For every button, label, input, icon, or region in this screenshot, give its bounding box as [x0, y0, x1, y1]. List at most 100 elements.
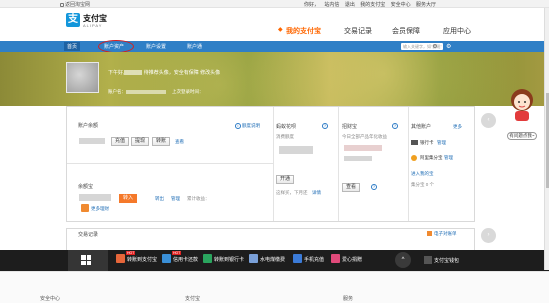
blurred-balance: [79, 138, 105, 144]
bank-card-manage-link[interactable]: 管理: [437, 140, 446, 146]
account-info: 账户名： 上次登录时间：: [108, 89, 204, 94]
other-accounts-title: 其他账户: [411, 124, 432, 130]
windows-grid-icon[interactable]: [81, 255, 91, 265]
blurred-huabei: [279, 146, 313, 154]
side-next-button[interactable]: ›: [481, 228, 496, 243]
bank-card-icon: [411, 140, 418, 145]
subnav-account-pass[interactable]: 账户通: [187, 43, 202, 50]
credit-card-icon: [162, 254, 171, 263]
app-transfer-to-bank[interactable]: 转账到银行卡: [203, 254, 244, 266]
footer: 安全中心 支付宝 服务: [0, 271, 549, 303]
activate-button[interactable]: 开通: [276, 175, 294, 184]
transfer-button[interactable]: 转账: [152, 137, 170, 146]
huabei-bottom-text: 这样买，下月还: [276, 190, 308, 195]
side-back-button[interactable]: ‹: [481, 113, 496, 128]
jifenbao-icon: [411, 155, 417, 161]
app-mobile-topup[interactable]: 手机充值: [293, 254, 324, 266]
blurred-text: [344, 156, 372, 161]
nav-my-alipay[interactable]: 我的支付宝: [286, 26, 321, 36]
active-dot-icon: ◆: [278, 27, 283, 33]
app-donation[interactable]: 爱心捐赠: [331, 254, 362, 266]
blurred-yuebao: [79, 194, 111, 201]
divider: [408, 107, 409, 221]
vertical-scrollbar[interactable]: [544, 8, 549, 270]
back-to-taobao-link[interactable]: 返回淘宝网: [60, 1, 90, 8]
e-bill-link[interactable]: 电子对账单: [434, 231, 457, 237]
bank-transfer-icon: [203, 254, 212, 263]
huabei-title: 蚂蚁花呗: [276, 124, 297, 130]
view-link[interactable]: 查看: [175, 139, 184, 145]
app-credit-card-repay[interactable]: 信用卡还款 HOT: [162, 251, 198, 266]
footer-label: 支付宝: [185, 296, 201, 302]
assets-panel: 账户余额 额度说明 i 充值 提现 转账 查看 余额宝 转入 转出 管理 累计收…: [66, 106, 475, 222]
blurred-account: [126, 90, 166, 94]
help-button[interactable]: 有问题点我~: [507, 132, 537, 140]
my-alipay-link[interactable]: 我的支付宝: [360, 2, 385, 8]
avatar-tip-link[interactable]: 待推荐头像，安全有保障 修改头像: [144, 70, 220, 76]
huabei-sub: 消费额度: [276, 134, 294, 139]
help-assistant-avatar-icon[interactable]: [509, 88, 535, 122]
messages-link[interactable]: 站内信: [324, 2, 339, 8]
yuebao-icon: [81, 204, 89, 212]
divider: [338, 107, 339, 221]
divider: [67, 163, 273, 164]
more-finance-link[interactable]: 更多理财: [91, 206, 109, 212]
transfer-in-button[interactable]: 转入: [119, 194, 137, 203]
withdraw-button[interactable]: 提现: [131, 137, 149, 146]
total-earnings-label: 累计收益：: [187, 196, 210, 201]
blurred-username: [124, 70, 143, 75]
recharge-button[interactable]: 充值: [111, 137, 129, 146]
top-links: 你好， 站内信 退出 我的支付宝 安全中心 服务大厅: [304, 1, 440, 8]
transaction-records-panel: 交易记录 电子对账单: [66, 228, 475, 252]
app-utilities[interactable]: 水电煤缴费: [249, 254, 285, 266]
footer-label: 服务: [343, 296, 354, 302]
help-icon[interactable]: ?: [392, 123, 398, 129]
records-title: 交易记录: [78, 232, 99, 238]
divider: [273, 107, 274, 221]
yuebao-title: 余额宝: [78, 184, 94, 190]
subnav-account-settings[interactable]: 账户设置: [146, 43, 166, 50]
avatar[interactable]: [66, 62, 99, 93]
help-icon[interactable]: ?: [371, 184, 377, 190]
help-icon[interactable]: ?: [322, 123, 328, 129]
last-login-label: 上次登录时间：: [172, 89, 204, 94]
jifenbao-manage-link[interactable]: 管理: [444, 155, 453, 161]
service-hall-link[interactable]: 服务大厅: [416, 2, 436, 8]
alipay-logo-icon[interactable]: 支: [66, 13, 80, 27]
collapse-arrow-icon[interactable]: ^: [395, 252, 411, 268]
search-icon[interactable]: [433, 44, 437, 48]
zhaocaibao-sub: 今日全部产品年化收益: [342, 134, 387, 139]
greeting: 下午好, 待推荐头像，安全有保障 修改头像: [108, 70, 221, 76]
bank-card-label: 银行卡: [420, 140, 434, 145]
subnav-home[interactable]: 首页: [64, 42, 81, 51]
wallet-icon: [424, 256, 432, 264]
hello-text: 你好，: [304, 2, 320, 8]
nav-app-center[interactable]: 应用中心: [443, 26, 471, 36]
footer-label: 安全中心: [40, 296, 61, 302]
transfer-icon: [116, 254, 125, 263]
nav-transactions[interactable]: 交易记录: [344, 26, 372, 36]
details-link[interactable]: 详情: [312, 190, 321, 196]
security-center-link[interactable]: 安全中心: [391, 2, 411, 8]
heart-icon: [331, 254, 340, 263]
sub-nav: 首页 账户资产 账户设置 账户通 输入关键字，如"提现" ⚙: [0, 41, 549, 52]
jifenbao-label: 阿里集分宝: [420, 155, 443, 160]
quick-app-bar: 转账到支付宝 HOT 信用卡还款 HOT 转账到银行卡 水电煤缴费 手机充值 爱心捐…: [0, 250, 549, 271]
info-icon[interactable]: i: [235, 123, 241, 129]
zhaocaibao-title: 招财宝: [342, 124, 358, 130]
utilities-icon: [249, 254, 258, 263]
alipay-wallet-link[interactable]: 支付宝钱包: [424, 256, 459, 264]
more-link[interactable]: 更多: [453, 124, 462, 130]
gear-icon[interactable]: ⚙: [446, 43, 451, 50]
app-transfer-to-alipay[interactable]: 转账到支付宝 HOT: [116, 251, 157, 266]
logout-link[interactable]: 退出: [345, 2, 355, 8]
top-bar: 返回淘宝网 你好， 站内信 退出 我的支付宝 安全中心 服务大厅: [0, 0, 549, 8]
manage-link[interactable]: 管理: [171, 196, 180, 202]
limit-help-link[interactable]: 额度说明: [242, 123, 260, 129]
transfer-out-link[interactable]: 转出: [155, 196, 164, 202]
nav-member-protection[interactable]: 会员保障: [392, 26, 420, 36]
site-header: 支 支付宝 ALIPAY ◆ 我的支付宝 交易记录 会员保障 应用中心: [0, 9, 549, 39]
enter-my-account-link[interactable]: 进入我的宝: [411, 171, 434, 177]
bill-icon: [427, 231, 432, 236]
view-button[interactable]: 查看: [342, 183, 360, 192]
